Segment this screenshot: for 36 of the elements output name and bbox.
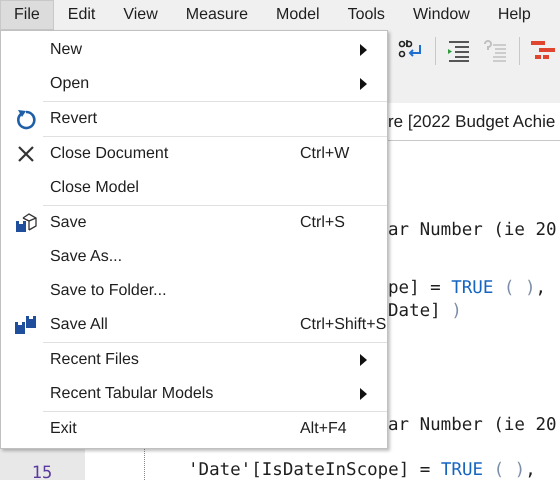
submenu-arrow-icon <box>360 44 367 56</box>
submenu-arrow-icon <box>360 388 367 400</box>
save-icon <box>14 212 36 234</box>
menu-item[interactable]: Exit Alt+F4 <box>1 412 387 446</box>
refresh-icon <box>14 108 36 130</box>
menu-item[interactable]: File <box>0 0 54 30</box>
code-line: pe] = TRUE ( ), <box>388 277 546 300</box>
code-line: Date] ) <box>388 300 462 323</box>
menu-item[interactable]: Measure <box>172 0 262 30</box>
code-line: ar Number (ie 20 <box>388 219 557 242</box>
menu-item[interactable]: Close Model <box>1 171 387 205</box>
submenu-arrow-icon <box>360 354 367 366</box>
code-line: ar Number (ie 20 <box>388 414 557 437</box>
menu-item[interactable]: Revert <box>1 102 387 136</box>
menu-item[interactable]: Help <box>484 0 545 30</box>
menu-item[interactable]: Recent Tabular Models <box>1 377 387 411</box>
menu-item[interactable]: Tools <box>334 0 399 30</box>
menu-item[interactable]: Save All Ctrl+Shift+S <box>1 308 387 342</box>
menu-item[interactable]: Close Document Ctrl+W <box>1 137 387 171</box>
line-number: 15 <box>30 462 54 480</box>
menu-item[interactable]: Window <box>398 0 484 30</box>
code-line: 'Date'[IsDateInScope] = TRUE ( ), <box>188 461 536 479</box>
measure-link[interactable]: 2022 Budget Achie <box>412 108 556 134</box>
menu-item[interactable]: Save Ctrl+S <box>1 206 387 240</box>
header-text: re [ <box>388 110 413 133</box>
menu-item[interactable]: Model <box>262 0 334 30</box>
submenu-arrow-icon <box>360 78 367 90</box>
menu-item[interactable]: Open <box>1 67 387 101</box>
close-icon <box>16 144 36 164</box>
menu-item[interactable]: Recent Files <box>1 343 387 377</box>
menu-item[interactable]: View <box>109 0 172 30</box>
menu-item[interactable]: Save to Folder... <box>1 274 387 308</box>
menu-item[interactable]: Save As... <box>1 240 387 274</box>
menu-item[interactable]: New <box>1 33 387 67</box>
save-all-icon <box>14 314 37 336</box>
menu-item[interactable]: Edit <box>54 0 110 30</box>
